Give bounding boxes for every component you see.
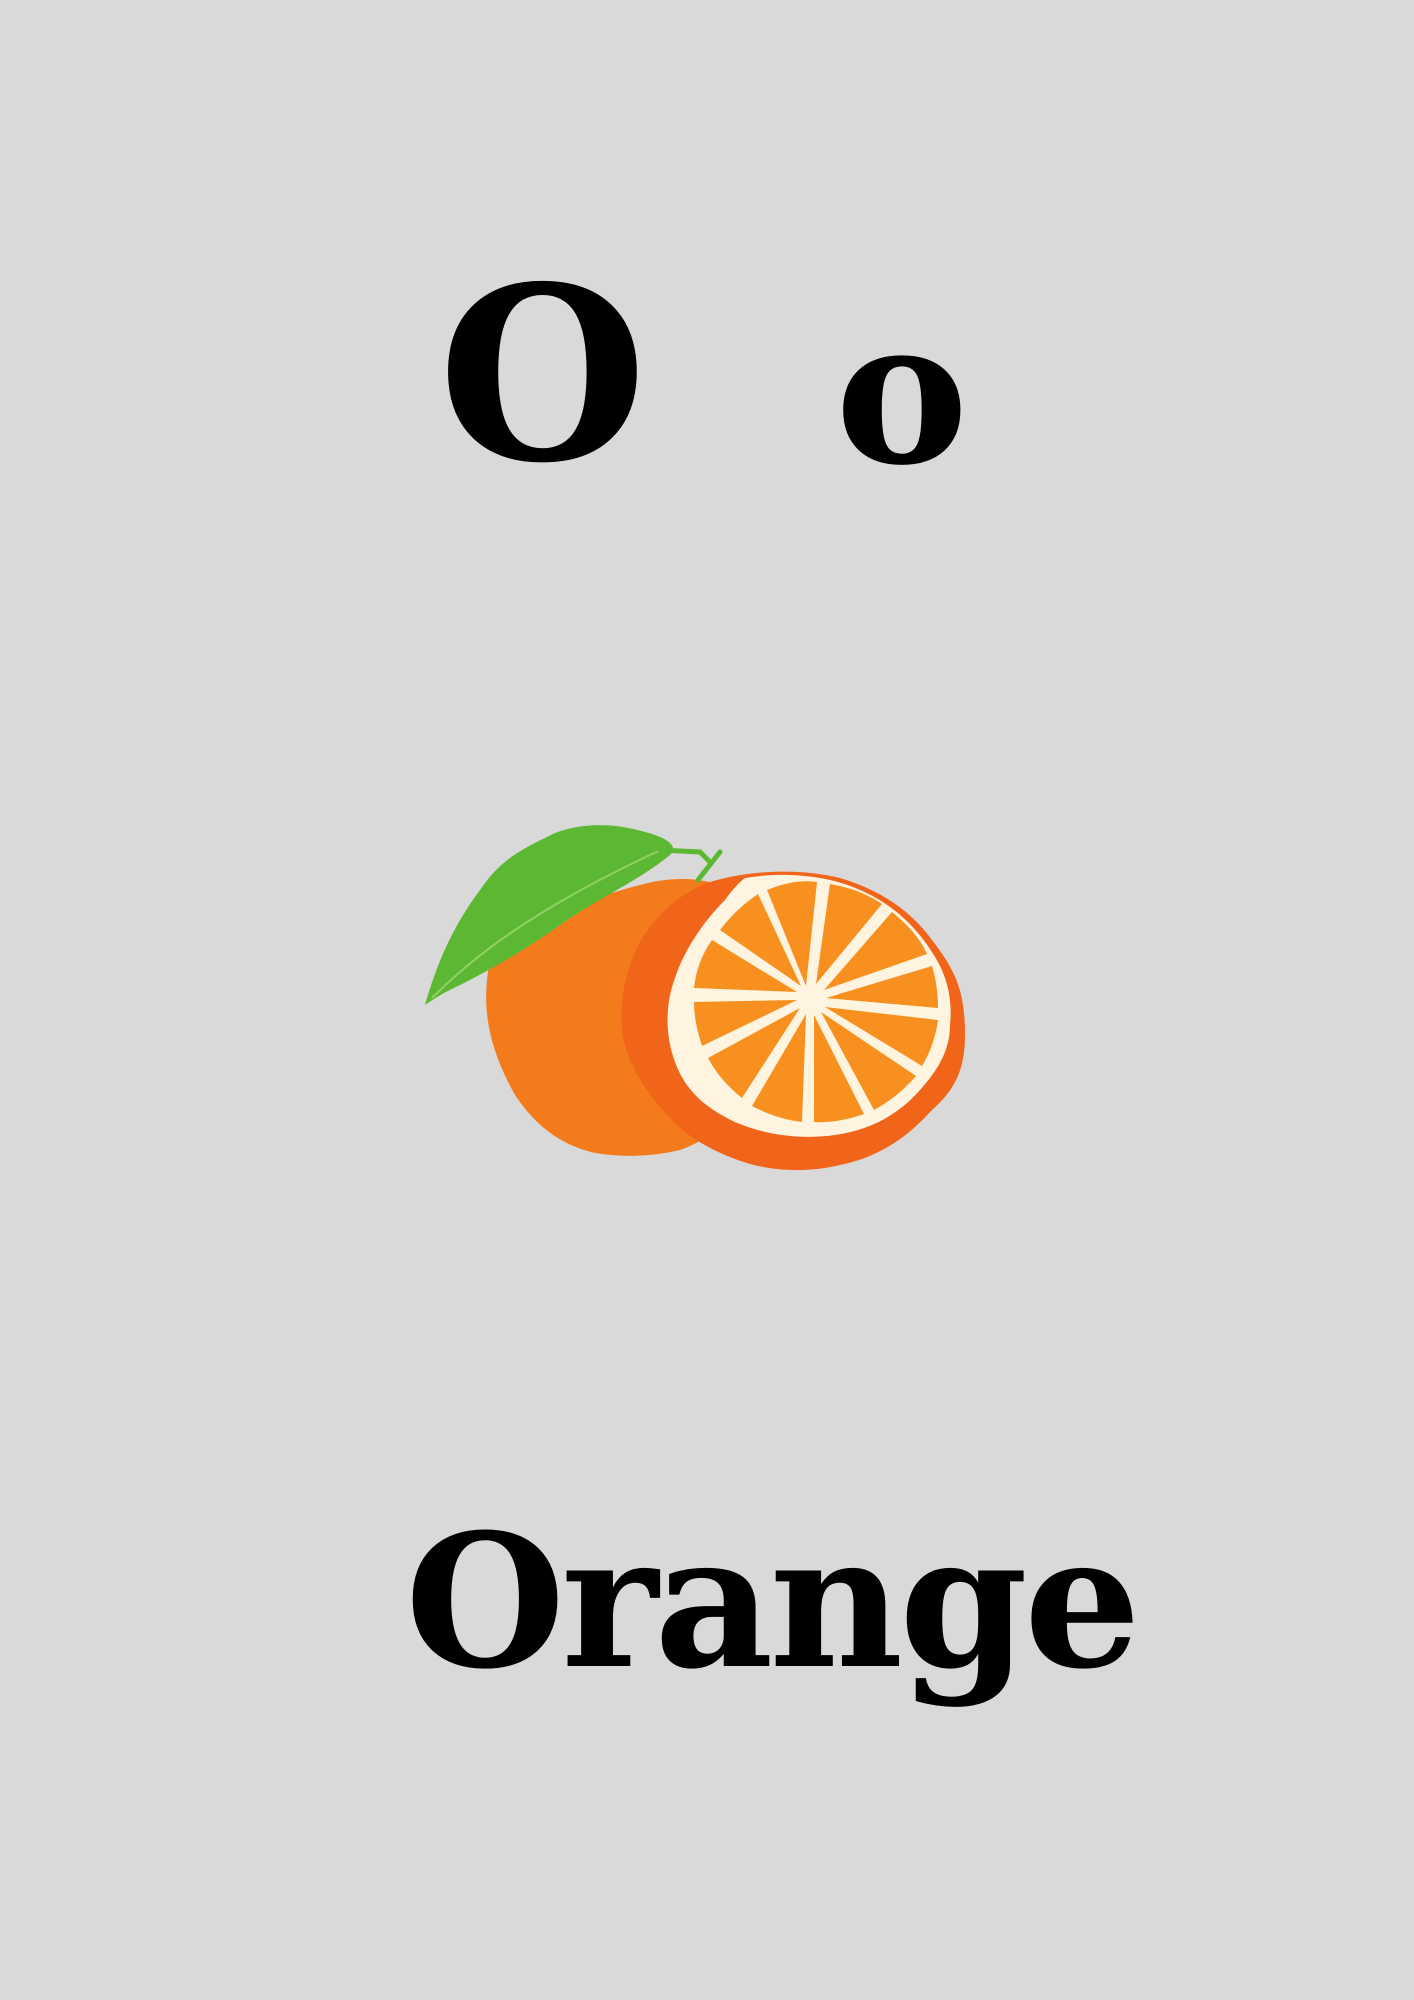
orange-fruit-icon [425,825,965,1171]
lowercase-letter: o [835,275,969,510]
word-label: Orange [405,1494,1141,1710]
orange-core [798,984,826,1012]
uppercase-letter: O [438,234,648,516]
